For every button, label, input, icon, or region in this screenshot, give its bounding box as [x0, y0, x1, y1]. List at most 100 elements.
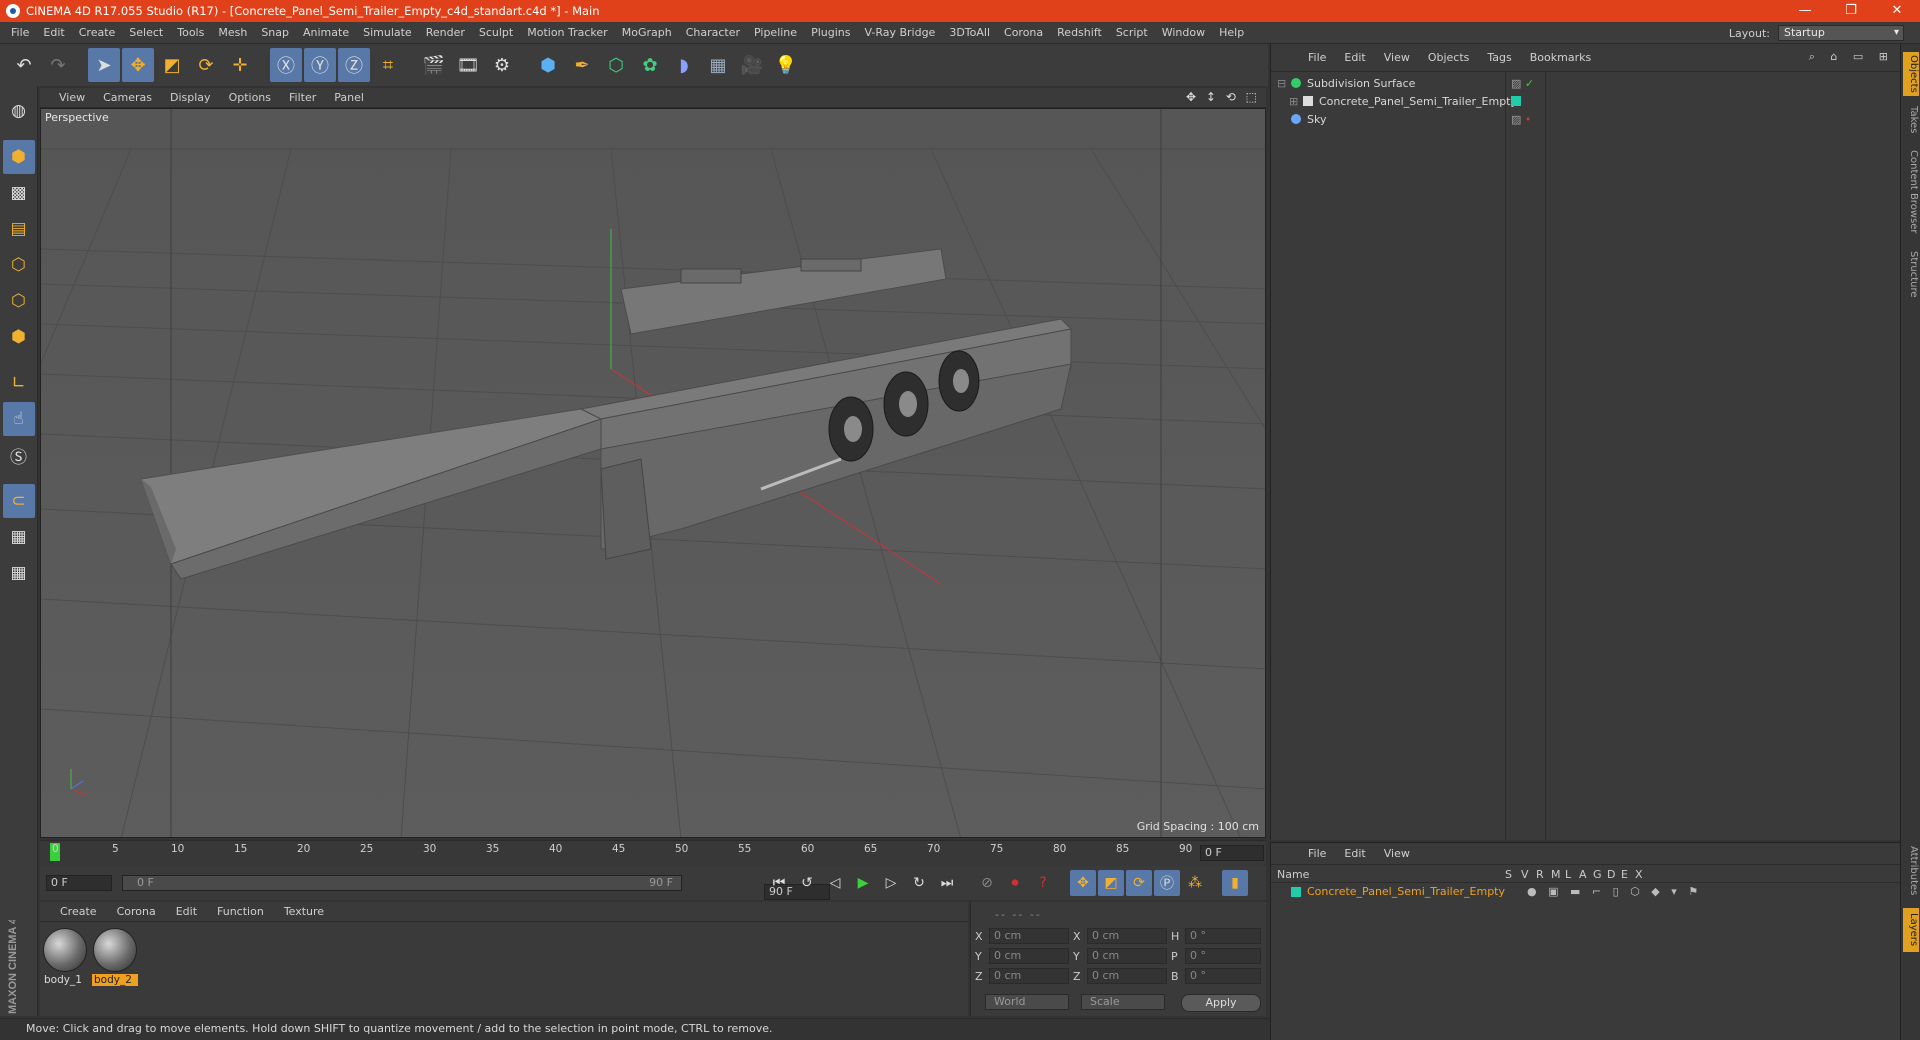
tab-content-browser[interactable]: Content Browser [1903, 144, 1919, 240]
lm-menu-view[interactable]: View [1375, 847, 1419, 860]
menu-file[interactable]: File [4, 26, 36, 39]
redo-icon[interactable]: ↷ [42, 48, 74, 82]
om-menu-bookmarks[interactable]: Bookmarks [1521, 51, 1600, 64]
viewport-menu-cameras[interactable]: Cameras [94, 91, 161, 104]
material-menu-function[interactable]: Function [207, 905, 274, 918]
om-menu-objects[interactable]: Objects [1419, 51, 1479, 64]
position-x-field[interactable]: 0 cm [989, 928, 1069, 944]
object-visibility-icons[interactable]: ▨ • [1511, 113, 1531, 126]
tab-objects[interactable]: Objects [1903, 52, 1919, 96]
material-menu-texture[interactable]: Texture [274, 905, 334, 918]
rotation-p-field[interactable]: 0 ° [1185, 948, 1261, 964]
om-menu-file[interactable]: File [1299, 51, 1335, 64]
render-settings-icon[interactable]: ⚙ [486, 48, 518, 82]
make-editable-icon[interactable]: ◍ [3, 94, 35, 128]
menu-window[interactable]: Window [1155, 26, 1212, 39]
viewport-menu-view[interactable]: View [50, 91, 94, 104]
object-row-sky[interactable]: Sky ▨ • [1273, 110, 1899, 128]
key-scale-icon[interactable]: ◩ [1098, 870, 1124, 896]
viewport-menu-display[interactable]: Display [161, 91, 220, 104]
timeline-window-icon[interactable]: ▮ [1222, 870, 1248, 896]
workplane-mode-icon[interactable]: ▤ [3, 212, 35, 246]
menu-create[interactable]: Create [72, 26, 123, 39]
move-icon[interactable]: ✥ [122, 48, 154, 82]
magnet-icon[interactable]: ⊂ [2, 484, 35, 518]
model-mode-icon[interactable]: ⬢ [2, 140, 35, 174]
material-menu-corona[interactable]: Corona [107, 905, 166, 918]
previous-key-icon[interactable]: ↺ [794, 870, 820, 896]
object-visibility-icons[interactable]: ▨ ✓ [1511, 77, 1534, 90]
menu-redshift[interactable]: Redshift [1050, 26, 1109, 39]
record-keyframe-off-icon[interactable]: ⊘ [974, 870, 1000, 896]
select-icon[interactable]: ➤ [88, 48, 120, 82]
size-z-field[interactable]: 0 cm [1087, 968, 1167, 984]
om-menu-view[interactable]: View [1375, 51, 1419, 64]
menu-tools[interactable]: Tools [170, 26, 211, 39]
menu-snap[interactable]: Snap [254, 26, 296, 39]
y-axis-icon[interactable]: Ⓨ [304, 48, 336, 82]
key-point-level-icon[interactable]: ⁂ [1182, 870, 1208, 896]
minimize-button[interactable]: — [1782, 0, 1828, 22]
menu-simulate[interactable]: Simulate [356, 26, 419, 39]
next-key-icon[interactable]: ↻ [906, 870, 932, 896]
start-frame-field[interactable]: 0 F [46, 875, 112, 891]
menu-select[interactable]: Select [122, 26, 170, 39]
size-mode-dropdown[interactable]: Scale [1081, 994, 1165, 1010]
render-picture-viewer-icon[interactable]: 🎞 [452, 48, 484, 82]
close-button[interactable]: ✕ [1874, 0, 1920, 22]
current-frame-field[interactable]: 0 F [1200, 845, 1264, 861]
om-menu-edit[interactable]: Edit [1335, 51, 1374, 64]
floor-icon[interactable]: ▦ [702, 48, 734, 82]
go-to-end-icon[interactable]: ⏭ [934, 870, 960, 896]
menu-3dtoall[interactable]: 3DToAll [942, 26, 997, 39]
axis-mode-icon[interactable]: ∟ [3, 366, 35, 400]
autokey-icon[interactable]: ⏺ [1002, 870, 1028, 896]
tab-structure[interactable]: Structure [1903, 246, 1919, 302]
menu-sculpt[interactable]: Sculpt [472, 26, 520, 39]
timeline-ruler[interactable]: 0 5 10 15 20 25 30 35 40 45 50 55 60 65 … [40, 840, 1266, 866]
position-y-field[interactable]: 0 cm [989, 948, 1069, 964]
lm-menu-edit[interactable]: Edit [1335, 847, 1374, 860]
object-row-subdivision-surface[interactable]: ⊟ Subdivision Surface ▨ ✓ [1273, 74, 1899, 92]
undo-icon[interactable]: ↶ [8, 48, 40, 82]
snap-icon[interactable]: Ⓢ [3, 438, 35, 472]
polygons-mode-icon[interactable]: ⬢ [3, 320, 35, 354]
tab-attributes[interactable]: Attributes [1903, 840, 1919, 902]
lm-menu-file[interactable]: File [1299, 847, 1335, 860]
camera-icon[interactable]: 🎥 [736, 48, 768, 82]
rotate-icon[interactable]: ⟳ [190, 48, 222, 82]
size-y-field[interactable]: 0 cm [1087, 948, 1167, 964]
menu-vray-bridge[interactable]: V-Ray Bridge [857, 26, 942, 39]
key-position-icon[interactable]: ✥ [1070, 870, 1096, 896]
menu-mesh[interactable]: Mesh [211, 26, 254, 39]
frame-range-slider[interactable]: 0 F 90 F [122, 875, 682, 891]
keyframe-selection-icon[interactable]: ? [1030, 870, 1056, 896]
subdivision-icon[interactable]: ⬡ [600, 48, 632, 82]
viewport-menu-filter[interactable]: Filter [280, 91, 325, 104]
menu-pipeline[interactable]: Pipeline [747, 26, 804, 39]
menu-mograph[interactable]: MoGraph [615, 26, 679, 39]
tab-takes[interactable]: Takes [1903, 102, 1919, 138]
object-row-trailer[interactable]: ⊞ Concrete_Panel_Semi_Trailer_Empty [1273, 92, 1899, 110]
go-to-start-icon[interactable]: ⏮ [766, 870, 792, 896]
viewport-menu-panel[interactable]: Panel [325, 91, 373, 104]
render-view-icon[interactable]: 🎬 [418, 48, 450, 82]
coordinate-space-dropdown[interactable]: World [985, 994, 1069, 1010]
material-menu-edit[interactable]: Edit [166, 905, 207, 918]
menu-motion-tracker[interactable]: Motion Tracker [520, 26, 614, 39]
om-menu-tags[interactable]: Tags [1478, 51, 1520, 64]
menu-animate[interactable]: Animate [296, 26, 356, 39]
menu-help[interactable]: Help [1212, 26, 1251, 39]
deformer-icon[interactable]: ◗ [668, 48, 700, 82]
rotation-h-field[interactable]: 0 ° [1185, 928, 1261, 944]
viewport-navigation-icons[interactable]: ✥ ↕ ⟲ ⬚ [1186, 90, 1260, 104]
size-x-field[interactable]: 0 cm [1087, 928, 1167, 944]
apply-button[interactable]: Apply [1181, 994, 1261, 1012]
cloner-icon[interactable]: ✿ [634, 48, 666, 82]
texture-mode-icon[interactable]: ▩ [3, 176, 35, 210]
layer-row[interactable]: Concrete_Panel_Semi_Trailer_Empty ● ▣ ▬ … [1277, 885, 1702, 898]
menu-script[interactable]: Script [1109, 26, 1155, 39]
transform-icon[interactable]: ✛ [224, 48, 256, 82]
pen-icon[interactable]: ✒ [566, 48, 598, 82]
restore-button[interactable]: ❐ [1828, 0, 1874, 22]
